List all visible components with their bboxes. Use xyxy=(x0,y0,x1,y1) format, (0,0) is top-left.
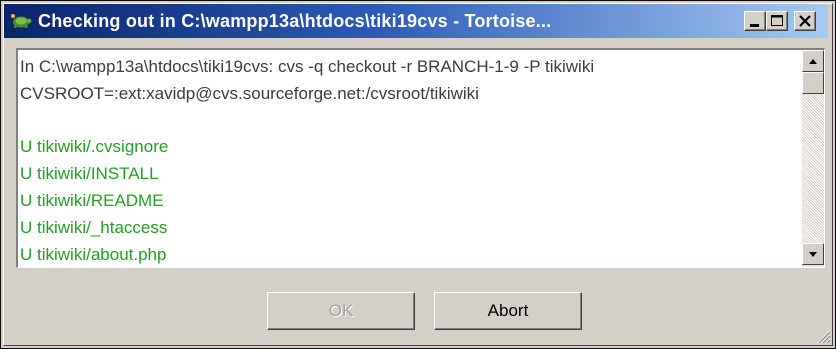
window-title: Checking out in C:\wampp13a\htdocs\tiki1… xyxy=(38,11,552,31)
log-line: U tikiwiki/_htaccess xyxy=(20,217,168,237)
log-line: U tikiwiki/.cvsignore xyxy=(20,137,169,157)
log-line: CVSROOT=:ext:xavidp@cvs.sourceforge.net:… xyxy=(20,83,479,103)
ok-button[interactable]: OK xyxy=(267,292,415,330)
arrow-up-icon xyxy=(809,59,817,64)
maximize-icon xyxy=(771,15,783,26)
minimize-icon xyxy=(750,24,759,27)
output-log-text: In C:\wampp13a\htdocs\tiki19cvs: cvs -q … xyxy=(18,50,803,267)
maximize-button[interactable] xyxy=(766,11,788,31)
arrow-down-icon xyxy=(809,252,817,257)
log-line: U tikiwiki/INSTALL xyxy=(20,164,159,184)
resize-grip-icon[interactable] xyxy=(815,328,831,344)
log-line: In C:\wampp13a\htdocs\tiki19cvs: cvs -q … xyxy=(20,57,595,76)
scroll-up-button[interactable] xyxy=(802,50,824,72)
log-line: U tikiwiki/README xyxy=(20,190,164,210)
output-log[interactable]: In C:\wampp13a\htdocs\tiki19cvs: cvs -q … xyxy=(16,48,825,268)
vertical-scrollbar[interactable] xyxy=(802,50,824,267)
scroll-down-button[interactable] xyxy=(802,243,824,265)
minimize-button[interactable] xyxy=(744,11,766,31)
abort-button[interactable]: Abort xyxy=(434,292,582,330)
tortoise-cvs-icon xyxy=(11,14,32,28)
log-line: U tikiwiki/about.php xyxy=(20,244,167,264)
close-icon xyxy=(799,15,811,27)
log-blank-line xyxy=(20,108,801,135)
close-button[interactable] xyxy=(794,11,816,31)
scrollbar-thumb[interactable] xyxy=(802,72,824,94)
tortoisecvs-checkout-window: Checking out in C:\wampp13a\htdocs\tiki1… xyxy=(0,0,836,349)
title-bar[interactable]: Checking out in C:\wampp13a\htdocs\tiki1… xyxy=(4,4,828,38)
